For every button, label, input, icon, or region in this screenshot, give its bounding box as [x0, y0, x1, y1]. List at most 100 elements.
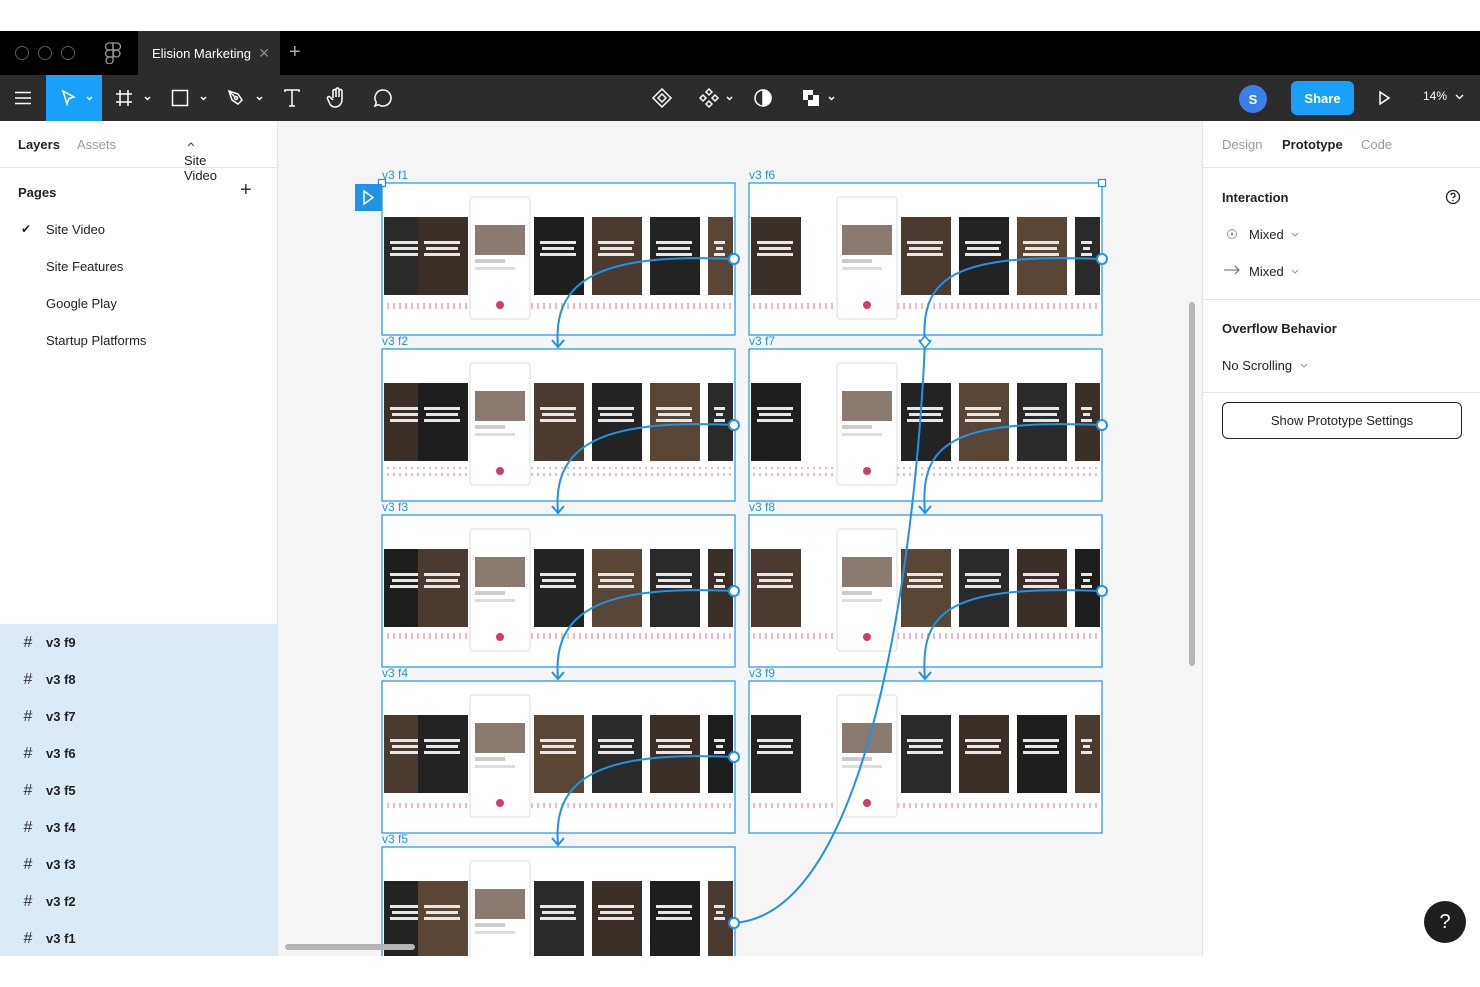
flow-start-badge[interactable] [355, 184, 382, 211]
comment-tool-button[interactable] [362, 75, 404, 121]
pen-tool-button[interactable] [218, 75, 268, 121]
layer-row[interactable]: # v3 f7 [0, 698, 277, 735]
prototype-frame[interactable] [748, 680, 1103, 834]
selection-handle[interactable] [1097, 178, 1107, 188]
mask-button[interactable] [744, 75, 782, 121]
frame-tool-button[interactable] [106, 75, 156, 121]
overflow-value: No Scrolling [1222, 358, 1293, 373]
frame-icon: # [23, 744, 33, 762]
text-tool-button[interactable] [272, 75, 312, 121]
create-component-button[interactable] [642, 75, 682, 121]
layer-label: v3 f3 [46, 857, 76, 872]
page-item-site-features[interactable]: Site Features [46, 259, 123, 274]
action-select[interactable]: Mixed [1249, 264, 1299, 279]
chevron-down-icon [1455, 94, 1464, 100]
zoom-menu[interactable]: 14% [1423, 89, 1464, 103]
comment-icon [373, 89, 392, 108]
frame-icon: # [23, 707, 33, 725]
chevron-up-icon [187, 142, 195, 147]
zoom-level: 14% [1423, 89, 1448, 103]
frame-icon: # [23, 892, 33, 910]
tab-prototype[interactable]: Prototype [1282, 137, 1343, 152]
components-button[interactable] [690, 75, 740, 121]
frame-label[interactable]: v3 f6 [749, 168, 775, 182]
frame-label[interactable]: v3 f5 [382, 832, 408, 846]
boolean-button[interactable] [792, 75, 842, 121]
main-menu-button[interactable] [0, 75, 46, 121]
figma-app: Elision Marketing ✕ + S Share 14% Layers… [0, 31, 1480, 956]
chevron-down-icon [144, 96, 151, 101]
boolean-union-icon [803, 90, 819, 106]
trigger-icon [1227, 229, 1237, 239]
close-tab-icon[interactable]: ✕ [258, 45, 270, 62]
hand-icon [326, 87, 343, 108]
new-tab-icon[interactable]: + [289, 41, 301, 64]
frame-label[interactable]: v3 f8 [749, 500, 775, 514]
frame-label[interactable]: v3 f7 [749, 334, 775, 348]
shape-tool-button[interactable] [162, 75, 212, 121]
play-icon [1379, 90, 1391, 106]
help-button[interactable]: ? [1424, 901, 1466, 943]
show-prototype-settings-button[interactable]: Show Prototype Settings [1222, 402, 1462, 439]
frame-label[interactable]: v3 f3 [382, 500, 408, 514]
hamburger-icon [15, 91, 31, 105]
tab-layers[interactable]: Layers [18, 137, 60, 152]
layer-label: v3 f6 [46, 746, 76, 761]
layer-row[interactable]: # v3 f2 [0, 883, 277, 920]
chevron-down-icon [256, 96, 263, 101]
frame-icon: # [23, 670, 33, 688]
window-zoom-icon[interactable] [61, 46, 75, 60]
layer-row[interactable]: # v3 f6 [0, 735, 277, 772]
trigger-value: Mixed [1249, 227, 1284, 242]
chevron-down-icon [828, 96, 835, 101]
page-item-google-play[interactable]: Google Play [46, 296, 117, 311]
tab-code[interactable]: Code [1361, 137, 1392, 152]
prototype-frame[interactable] [381, 846, 736, 956]
horizontal-scrollbar[interactable] [285, 944, 415, 950]
page-selector[interactable]: Site Video [184, 137, 217, 183]
layer-row[interactable]: # v3 f1 [0, 920, 277, 956]
canvas[interactable]: v3 f1 v3 f2 v3 f3 v3 f4 v3 f5 v3 f6 v3 f7 v3 f8… [278, 121, 1202, 956]
window-minimize-icon[interactable] [38, 46, 52, 60]
frame-label[interactable]: v3 f9 [749, 666, 775, 680]
file-tab[interactable]: Elision Marketing ✕ [138, 31, 280, 75]
window-close-icon[interactable] [15, 46, 29, 60]
hand-tool-button[interactable] [316, 75, 358, 121]
layer-label: v3 f5 [46, 783, 76, 798]
overflow-select[interactable]: No Scrolling [1222, 358, 1308, 373]
title-bar: Elision Marketing ✕ + [0, 31, 1480, 75]
left-panel-tabs: Layers Assets Site Video [0, 121, 277, 183]
avatar[interactable]: S [1239, 85, 1267, 113]
layer-row[interactable]: # v3 f3 [0, 846, 277, 883]
layer-row[interactable]: # v3 f9 [0, 624, 277, 661]
move-tool-button[interactable] [46, 75, 102, 121]
properties-panel: Design Prototype Code Interaction Mixed … [1202, 121, 1480, 956]
page-item-startup-platforms[interactable]: Startup Platforms [46, 333, 146, 348]
text-icon [284, 89, 300, 107]
layer-label: v3 f7 [46, 709, 76, 724]
figma-logo-icon[interactable] [104, 42, 122, 64]
share-button[interactable]: Share [1291, 81, 1354, 115]
tab-design[interactable]: Design [1222, 137, 1262, 152]
help-circle-icon[interactable] [1445, 189, 1461, 205]
vertical-scrollbar[interactable] [1189, 302, 1195, 666]
page-item-site-video[interactable]: Site Video [46, 222, 105, 237]
present-button[interactable] [1368, 75, 1400, 121]
tab-assets[interactable]: Assets [77, 137, 116, 152]
layers-list: # v3 f9 # v3 f8 # v3 f7 # v3 f6 # v3 f5 # v3 f… [0, 624, 277, 956]
layer-row[interactable]: # v3 f8 [0, 661, 277, 698]
add-page-icon[interactable]: + [240, 179, 252, 202]
divider [1203, 299, 1480, 300]
layers-panel: Layers Assets Site Video Pages + ✔ Site … [0, 121, 278, 956]
frame-icon: # [23, 633, 33, 651]
frame-icon: # [23, 818, 33, 836]
layer-label: v3 f8 [46, 672, 76, 687]
component-icon [698, 87, 720, 109]
contrast-icon [754, 89, 772, 107]
trigger-select[interactable]: Mixed [1249, 227, 1299, 242]
frame-label[interactable]: v3 f4 [382, 666, 408, 680]
layer-row[interactable]: # v3 f4 [0, 809, 277, 846]
layer-row[interactable]: # v3 f5 [0, 772, 277, 809]
frame-label[interactable]: v3 f2 [382, 334, 408, 348]
chevron-down-icon [86, 96, 93, 101]
